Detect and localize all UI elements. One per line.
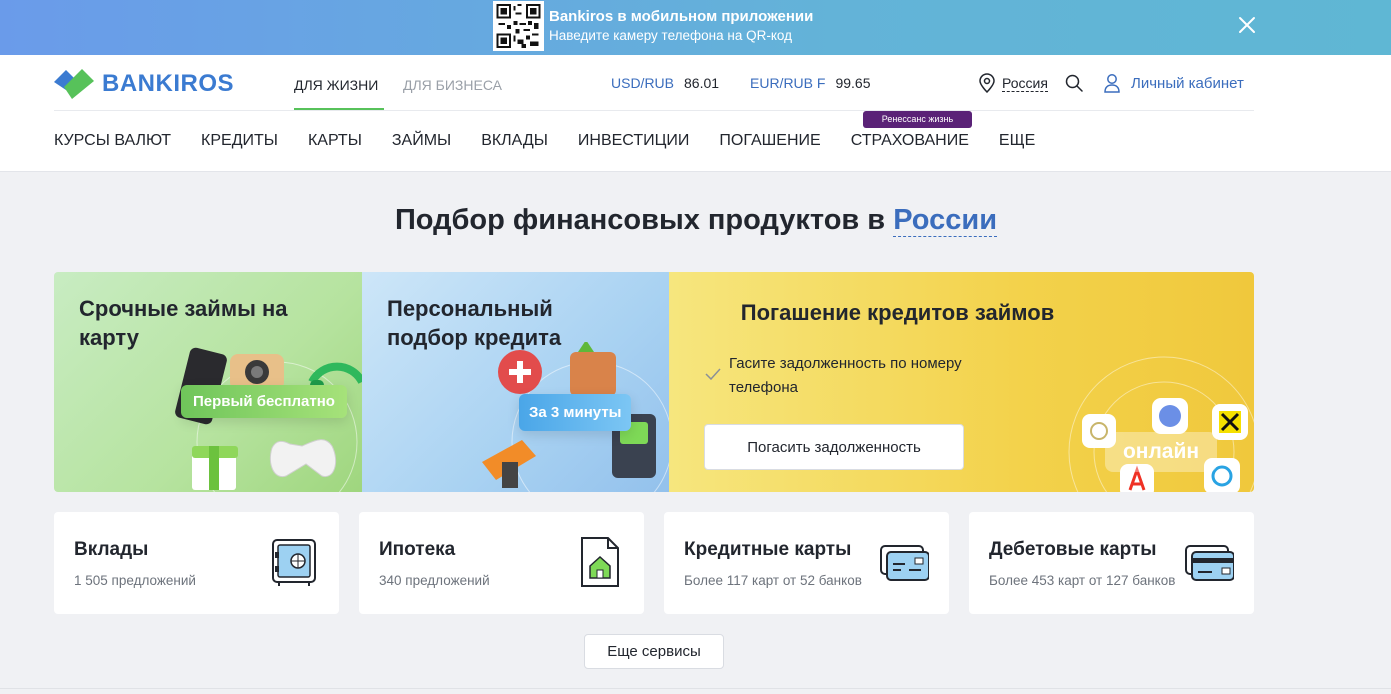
segment-life[interactable]: Для жизни: [294, 77, 378, 93]
rate-eur[interactable]: EUR/RUB F 99.65: [750, 75, 871, 91]
online-badge: онлайн: [1105, 432, 1217, 472]
main-nav: Курсы валют Кредиты Карты Займы Вклады И…: [54, 132, 1065, 150]
nav-item-insurance[interactable]: Страхование: [851, 132, 969, 150]
product-tile-credit-cards[interactable]: Кредитные карты Более 117 карт от 52 бан…: [664, 512, 949, 614]
cabinet-label: Личный кабинет: [1131, 74, 1244, 92]
promo-subtitle: Наведите камеру телефона на QR-код: [549, 28, 792, 43]
promo-card-quick-loans[interactable]: Срочные займы на карту Первый бесплатно: [54, 272, 362, 492]
promo-cards: Срочные займы на карту Первый бесплатно …: [54, 272, 1254, 492]
page-title: Подбор финансовых продуктов в России: [42, 204, 1350, 237]
promo-card-repayment[interactable]: Погашение кредитов займов Гасите задолже…: [669, 272, 1254, 492]
site-header: BANKIROS Для жизни Для бизнеса USD/RUB 86…: [0, 55, 1391, 172]
location-pin-icon: [979, 73, 995, 93]
logo[interactable]: BANKIROS: [54, 69, 234, 99]
tile-title: Дебетовые карты: [989, 539, 1157, 560]
card-text: Гасите задолженность по номеру телефона: [729, 355, 962, 396]
rate-pair: USD/RUB: [611, 75, 675, 91]
user-icon: [1104, 74, 1120, 93]
check-icon: [705, 368, 721, 380]
card-title: Погашение кредитов займов: [740, 300, 1055, 325]
qr-code: [493, 1, 544, 51]
rate-value: 86.01: [684, 75, 720, 91]
product-tile-mortgage[interactable]: Ипотека 340 предложений: [359, 512, 644, 614]
nav-item-repayment[interactable]: Погашение: [719, 132, 820, 150]
rate-value: 99.65: [835, 75, 871, 91]
nav-item-loans[interactable]: Займы: [392, 132, 451, 150]
nav-item-more[interactable]: Еще: [999, 132, 1035, 150]
header-divider: [54, 110, 1254, 111]
nav-item-credits[interactable]: Кредиты: [201, 132, 278, 150]
free-first-badge: Первый бесплатно: [181, 385, 347, 418]
rate-usd[interactable]: USD/RUB 86.01: [611, 75, 719, 91]
safe-icon: [272, 539, 316, 586]
tile-subtitle: Более 453 карт от 127 банков: [989, 573, 1176, 588]
nav-item-currency[interactable]: Курсы валют: [54, 132, 171, 150]
title-region-link[interactable]: России: [893, 204, 998, 237]
logo-icon: [54, 69, 94, 99]
rate-pair: EUR/RUB F: [750, 75, 826, 91]
region-selector[interactable]: Россия: [978, 73, 1048, 93]
nav-item-deposits[interactable]: Вклады: [481, 132, 548, 150]
debit-card-icon: [1185, 545, 1234, 581]
close-icon[interactable]: [1236, 14, 1258, 36]
personal-cabinet-link[interactable]: Личный кабинет: [1103, 73, 1244, 93]
search-icon[interactable]: [1065, 74, 1083, 92]
logo-text: BANKIROS: [102, 70, 235, 97]
tile-subtitle: Более 117 карт от 52 банков: [684, 573, 862, 588]
title-prefix: Подбор финансовых продуктов в: [394, 204, 886, 236]
repay-debt-button[interactable]: Погасить задолженность: [704, 424, 964, 470]
nav-item-investments[interactable]: Инвестиции: [578, 132, 690, 150]
tile-title: Кредитные карты: [684, 539, 852, 560]
section-divider: [0, 688, 1391, 689]
tile-subtitle: 1 505 предложений: [74, 573, 196, 588]
app-promo-banner: Bankiros в мобильном приложении Наведите…: [0, 0, 1391, 55]
promo-title: Bankiros в мобильном приложении: [549, 8, 814, 25]
segment-business[interactable]: Для бизнеса: [403, 77, 502, 93]
product-tile-deposits[interactable]: Вклады 1 505 предложений: [54, 512, 339, 614]
tile-title: Вклады: [74, 539, 149, 560]
credit-card-icon: [880, 545, 929, 581]
house-document-icon: [581, 537, 619, 587]
more-services-button[interactable]: Еще сервисы: [584, 634, 724, 669]
promo-card-credit-selection[interactable]: Персональный подбор кредита За 3 минуты: [362, 272, 669, 492]
nav-item-cards[interactable]: Карты: [308, 132, 362, 150]
region-label: Россия: [1002, 74, 1048, 92]
tile-subtitle: 340 предложений: [379, 573, 490, 588]
partner-badge: Ренессанс жизнь: [863, 111, 972, 128]
tile-title: Ипотека: [379, 539, 456, 560]
product-tile-debit-cards[interactable]: Дебетовые карты Более 453 карт от 127 ба…: [969, 512, 1254, 614]
three-minutes-badge: За 3 минуты: [519, 394, 632, 431]
